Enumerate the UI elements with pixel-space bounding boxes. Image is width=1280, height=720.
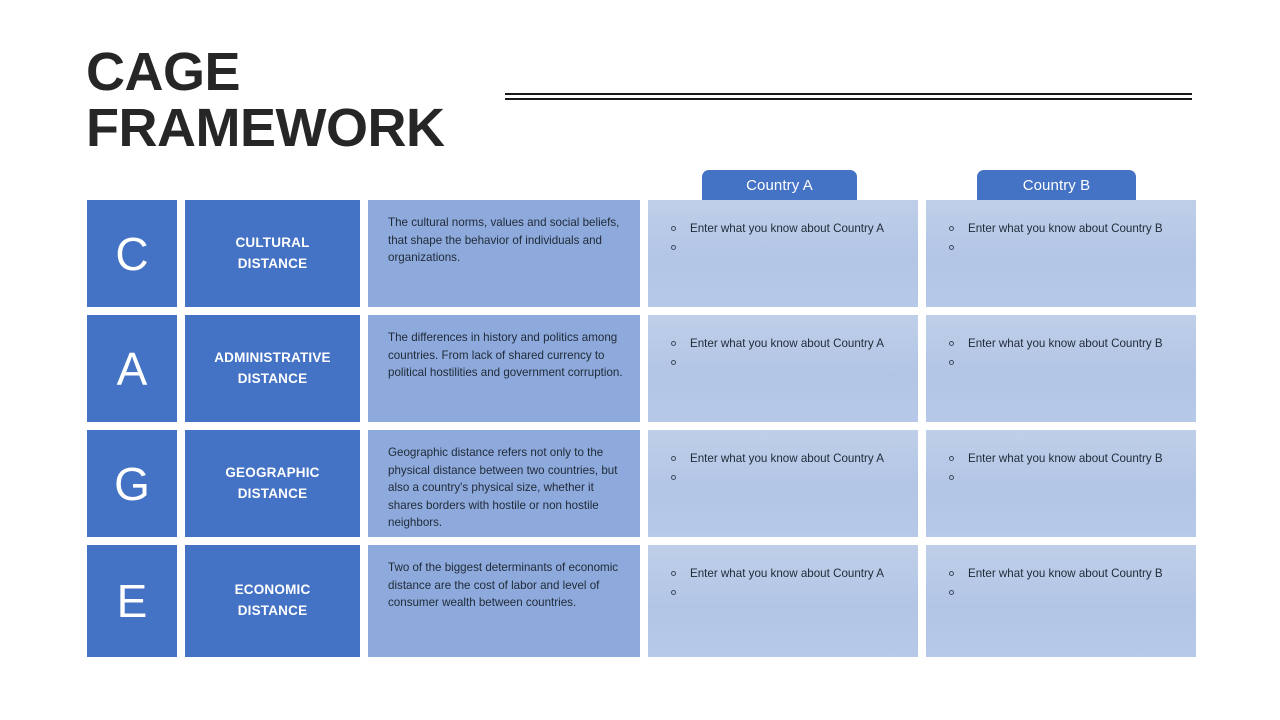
bullet-list: Enter what you know about Country A [662, 220, 906, 256]
table-row: G GEOGRAPHIC DISTANCE Geographic distance… [87, 430, 1196, 537]
row-label-geographic: GEOGRAPHIC DISTANCE [225, 464, 320, 501]
list-item[interactable]: Enter what you know about Country A [662, 565, 906, 584]
row-letter-tile-e: E [87, 545, 177, 657]
row-label-tile-geographic: GEOGRAPHIC DISTANCE [185, 430, 360, 537]
row-description-administrative: The differences in history and politics … [368, 315, 640, 422]
row-label-tile-administrative: ADMINISTRATIVE DISTANCE [185, 315, 360, 422]
row-letter-g: G [114, 457, 150, 510]
cell-country-b-cultural[interactable]: Enter what you know about Country B [926, 200, 1196, 307]
column-header-country-b-label: Country B [1022, 176, 1091, 194]
list-item[interactable]: Enter what you know about Country B [940, 220, 1184, 239]
cell-country-b-geographic[interactable]: Enter what you know about Country B [926, 430, 1196, 537]
list-item[interactable]: Enter what you know about Country A [662, 335, 906, 354]
list-item[interactable] [940, 239, 1184, 256]
bullet-list: Enter what you know about Country B [940, 220, 1184, 256]
list-item[interactable]: Enter what you know about Country A [662, 450, 906, 469]
row-description-geographic: Geographic distance refers not only to t… [368, 430, 640, 537]
cell-country-a-cultural[interactable]: Enter what you know about Country A [648, 200, 918, 307]
list-item[interactable] [662, 584, 906, 601]
cell-country-a-economic[interactable]: Enter what you know about Country A [648, 545, 918, 657]
column-header-country-b[interactable]: Country B [977, 170, 1136, 200]
row-label-administrative: ADMINISTRATIVE DISTANCE [214, 349, 331, 386]
list-item[interactable] [662, 469, 906, 486]
bullet-list: Enter what you know about Country A [662, 565, 906, 601]
list-item[interactable]: Enter what you know about Country B [940, 565, 1184, 584]
list-item[interactable]: Enter what you know about Country A [662, 220, 906, 239]
page-title: CAGE FRAMEWORK [86, 44, 506, 156]
table-row: A ADMINISTRATIVE DISTANCE The differences… [87, 315, 1196, 422]
table-row: E ECONOMIC DISTANCE Two of the biggest de… [87, 545, 1196, 657]
list-item[interactable] [940, 354, 1184, 371]
table-row: C CULTURAL DISTANCE The cultural norms, v… [87, 200, 1196, 307]
page-title-line-2: FRAMEWORK [86, 98, 445, 158]
bullet-list: Enter what you know about Country B [940, 450, 1184, 486]
cell-country-a-administrative[interactable]: Enter what you know about Country A [648, 315, 918, 422]
row-letter-tile-a: A [87, 315, 177, 422]
bullet-list: Enter what you know about Country A [662, 450, 906, 486]
row-letter-a: A [116, 342, 148, 395]
row-letter-c: C [115, 227, 149, 280]
bullet-list: Enter what you know about Country B [940, 565, 1184, 601]
list-item[interactable]: Enter what you know about Country B [940, 335, 1184, 354]
cell-country-b-administrative[interactable]: Enter what you know about Country B [926, 315, 1196, 422]
list-item[interactable] [662, 354, 906, 371]
bullet-list: Enter what you know about Country A [662, 335, 906, 371]
row-letter-tile-c: C [87, 200, 177, 307]
column-header-country-a[interactable]: Country A [702, 170, 857, 200]
row-letter-tile-g: G [87, 430, 177, 537]
row-label-cultural: CULTURAL DISTANCE [235, 234, 310, 271]
bullet-list: Enter what you know about Country B [940, 335, 1184, 371]
list-item[interactable] [662, 239, 906, 256]
list-item[interactable]: Enter what you know about Country B [940, 450, 1184, 469]
cage-matrix: C CULTURAL DISTANCE The cultural norms, v… [87, 200, 1196, 657]
cell-country-a-geographic[interactable]: Enter what you know about Country A [648, 430, 918, 537]
page-title-line-1: CAGE [86, 42, 241, 102]
row-label-tile-economic: ECONOMIC DISTANCE [185, 545, 360, 657]
header-divider [505, 93, 1192, 100]
list-item[interactable] [940, 469, 1184, 486]
row-description-cultural: The cultural norms, values and social be… [368, 200, 640, 307]
row-letter-e: E [116, 575, 148, 627]
row-label-economic: ECONOMIC DISTANCE [234, 582, 311, 618]
divider-line-bottom [505, 98, 1192, 100]
row-label-tile-cultural: CULTURAL DISTANCE [185, 200, 360, 307]
list-item[interactable] [940, 584, 1184, 601]
column-header-country-a-label: Country A [746, 176, 813, 194]
row-description-economic: Two of the biggest determinants of econo… [368, 545, 640, 657]
cell-country-b-economic[interactable]: Enter what you know about Country B [926, 545, 1196, 657]
